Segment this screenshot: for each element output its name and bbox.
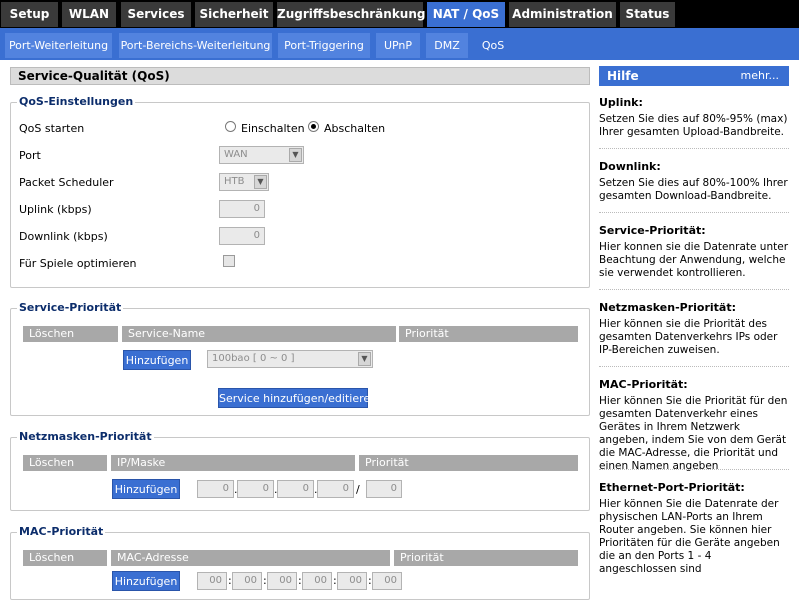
help-divider [599, 148, 789, 149]
tab-setup[interactable]: Setup [1, 2, 58, 27]
service-col-delete: Löschen [23, 326, 118, 342]
help-title: Hilfe [607, 69, 639, 83]
help-section-text: Hier können Sie die Datenrate der physis… [599, 498, 780, 575]
qos-enable-label: Einschalten [241, 122, 305, 135]
subtab-dmz[interactable]: DMZ [426, 33, 468, 58]
help-section-title: MAC-Priorität: [599, 378, 688, 391]
tab-zugriffsbeschraenkung[interactable]: Zugriffsbeschränkung [277, 2, 425, 27]
help-section-mac: MAC-Priorität: Hier können Sie die Prior… [599, 378, 789, 473]
qos-settings-legend: QoS-Einstellungen [17, 95, 136, 108]
help-header: Hilfe mehr... [599, 66, 789, 86]
uplink-label: Uplink (kbps) [19, 203, 92, 216]
help-section-service: Service-Priorität: Hier konnen sie die D… [599, 224, 789, 280]
uplink-input[interactable]: 0 [219, 200, 265, 218]
service-col-priority: Priorität [399, 326, 578, 342]
netmask-add-button[interactable]: Hinzufügen [112, 479, 180, 499]
service-select[interactable]: 100bao [ 0 ~ 0 ] ▼ [207, 350, 373, 368]
mask-slash: / [356, 483, 360, 496]
service-col-name: Service-Name [122, 326, 396, 342]
help-section-title: Uplink: [599, 96, 643, 109]
netmask-priority-section: Netzmasken-Priorität [10, 430, 590, 511]
mac-priority-section: MAC-Priorität [10, 525, 590, 600]
tab-nat-qos[interactable]: NAT / QoS [427, 2, 505, 27]
netmask-col-priority: Priorität [359, 455, 578, 471]
service-edit-button[interactable]: Service hinzufügen/editieren [218, 388, 377, 408]
netmask-col-ip: IP/Maske [111, 455, 355, 471]
help-divider [599, 366, 789, 367]
mac-octet-1[interactable]: 00 [197, 572, 227, 590]
qos-disable-radio[interactable] [308, 121, 319, 132]
help-section-text: Setzen Sie dies auf 80%-100% Ihrer gesam… [599, 177, 788, 202]
ip-octet-2[interactable]: 0 [237, 480, 274, 498]
qos-disable-label: Abschalten [324, 122, 386, 135]
downlink-label: Downlink (kbps) [19, 230, 108, 243]
tab-services[interactable]: Services [121, 2, 191, 27]
help-section-uplink: Uplink: Setzen Sie dies auf 80%-95% (max… [599, 96, 789, 139]
qos-start-label: QoS starten [19, 122, 85, 135]
mac-add-button[interactable]: Hinzufügen [112, 571, 180, 591]
help-divider [599, 212, 789, 213]
subtab-port-weiterleitung[interactable]: Port-Weiterleitung [5, 33, 112, 58]
ip-octet-4[interactable]: 0 [317, 480, 354, 498]
help-section-title: Ethernet-Port-Priorität: [599, 481, 745, 494]
tab-administration[interactable]: Administration [509, 2, 616, 27]
subtab-qos[interactable]: QoS [474, 33, 512, 58]
ip-octet-3[interactable]: 0 [277, 480, 314, 498]
main-nav: Setup WLAN Services Sicherheit Zugriffsb… [0, 0, 799, 28]
mac-octet-3[interactable]: 00 [267, 572, 297, 590]
help-section-text: Hier können sie die Priorität des gesamt… [599, 318, 778, 356]
help-section-text: Setzen Sie dies auf 80%-95% (max) Ihrer … [599, 113, 788, 138]
downlink-input[interactable]: 0 [219, 227, 265, 245]
tab-wlan[interactable]: WLAN [62, 2, 116, 27]
netmask-priority-legend: Netzmasken-Priorität [17, 430, 154, 443]
page-title: Service-Qualität (QoS) [10, 67, 590, 85]
mac-octet-2[interactable]: 00 [232, 572, 262, 590]
chevron-down-icon: ▼ [289, 148, 302, 162]
service-priority-legend: Service-Priorität [17, 301, 124, 314]
help-divider [599, 289, 789, 290]
scheduler-select[interactable]: HTB ▼ [219, 173, 269, 191]
help-section-text: Hier können Sie die Priorität für den ge… [599, 395, 788, 472]
sub-nav: Port-Weiterleitung Port-Bereichs-Weiterl… [0, 28, 799, 60]
service-add-button[interactable]: Hinzufügen [123, 350, 191, 370]
scheduler-label: Packet Scheduler [19, 176, 114, 189]
netmask-col-delete: Löschen [23, 455, 107, 471]
mac-col-address: MAC-Adresse [111, 550, 390, 566]
subtab-port-bereichs-weiterleitung[interactable]: Port-Bereichs-Weiterleitung [119, 33, 272, 58]
help-section-text: Hier konnen sie die Datenrate unter Beac… [599, 241, 789, 279]
chevron-down-icon: ▼ [358, 352, 371, 366]
subtab-port-triggering[interactable]: Port-Triggering [278, 33, 370, 58]
mac-col-delete: Löschen [23, 550, 107, 566]
port-select[interactable]: WAN ▼ [219, 146, 304, 164]
mac-octet-4[interactable]: 00 [302, 572, 332, 590]
ip-octet-1[interactable]: 0 [197, 480, 234, 498]
port-select-value: WAN [224, 149, 248, 160]
help-section-netmask: Netzmasken-Priorität: Hier können sie di… [599, 301, 789, 357]
help-section-ethernet: Ethernet-Port-Priorität: Hier können Sie… [599, 481, 789, 576]
help-section-title: Service-Priorität: [599, 224, 706, 237]
subtab-upnp[interactable]: UPnP [376, 33, 420, 58]
tab-sicherheit[interactable]: Sicherheit [195, 2, 273, 27]
help-section-title: Downlink: [599, 160, 661, 173]
help-section-title: Netzmasken-Priorität: [599, 301, 736, 314]
mac-octet-6[interactable]: 00 [372, 572, 402, 590]
service-select-value: 100bao [ 0 ~ 0 ] [212, 353, 295, 364]
mac-col-priority: Priorität [394, 550, 578, 566]
chevron-down-icon: ▼ [254, 175, 267, 189]
scheduler-select-value: HTB [224, 176, 245, 187]
mac-priority-legend: MAC-Priorität [17, 525, 106, 538]
port-label: Port [19, 149, 41, 162]
games-checkbox[interactable] [223, 255, 235, 267]
games-label: Für Spiele optimieren [19, 257, 137, 270]
help-section-downlink: Downlink: Setzen Sie dies auf 80%-100% I… [599, 160, 789, 203]
help-more-link[interactable]: mehr... [741, 66, 779, 86]
tab-status[interactable]: Status [620, 2, 675, 27]
mac-octet-5[interactable]: 00 [337, 572, 367, 590]
mask-input[interactable]: 0 [366, 480, 402, 498]
help-divider [599, 469, 789, 470]
qos-enable-radio[interactable] [225, 121, 236, 132]
